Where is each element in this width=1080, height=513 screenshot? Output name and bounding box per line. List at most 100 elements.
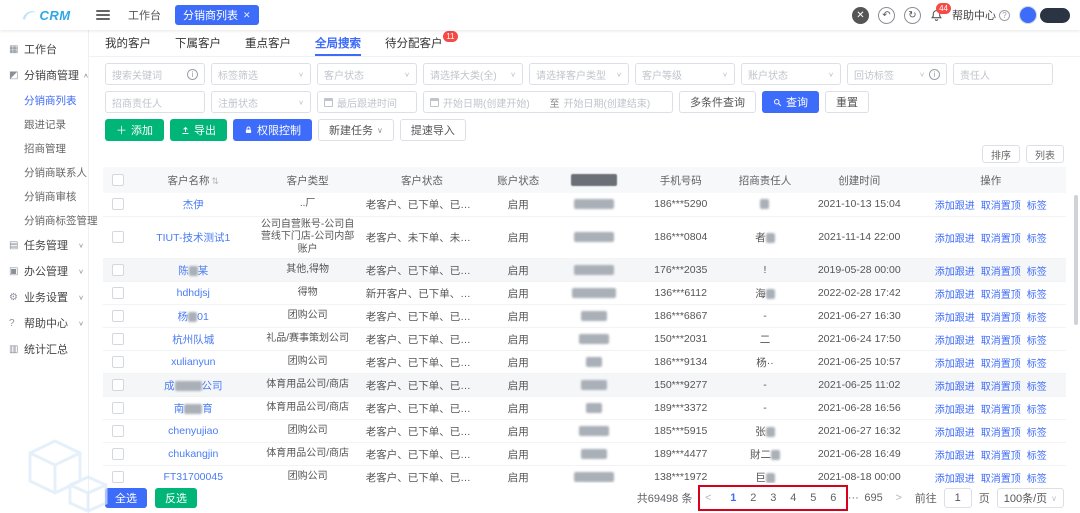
sidebar-item-工作台[interactable]: ▦工作台: [0, 36, 88, 62]
customer-name-link[interactable]: hdhdjsj: [177, 287, 210, 299]
row-op-添加跟进[interactable]: 添加跟进: [935, 382, 975, 393]
back-icon[interactable]: ↶: [878, 7, 895, 24]
row-checkbox[interactable]: [112, 198, 124, 210]
row-checkbox[interactable]: [112, 402, 124, 414]
filter-select-请选择客户类型[interactable]: 请选择客户类型∨: [529, 63, 629, 85]
avatar[interactable]: [1019, 6, 1037, 24]
row-op-添加跟进[interactable]: 添加跟进: [935, 267, 975, 278]
filter-input-搜索关键词[interactable]: 搜索关键词i: [105, 63, 205, 85]
sidebar-subitem-分销商标签管理[interactable]: 分销商标签管理: [0, 208, 88, 232]
customer-name-link[interactable]: xulianyun: [171, 356, 215, 368]
table-row[interactable]: chukangjin 体育用品公司/商店 老客户、已下单、已复购 启用 189*…: [103, 443, 1066, 466]
row-op-添加跟进[interactable]: 添加跟进: [935, 359, 975, 370]
row-op-标签[interactable]: 标签: [1027, 313, 1047, 324]
select-all-button[interactable]: 全选: [105, 488, 147, 508]
hamburger-menu-icon[interactable]: [96, 10, 110, 20]
row-op-取消置顶[interactable]: 取消置顶: [981, 290, 1021, 301]
close-all-icon[interactable]: ✕: [852, 7, 869, 24]
row-op-添加跟进[interactable]: 添加跟进: [935, 428, 975, 439]
sidebar-subitem-分销商列表[interactable]: 分销商列表: [0, 88, 88, 112]
filter-select-回访标签[interactable]: 回访标签∨i: [847, 63, 947, 85]
tab-全局搜索[interactable]: 全局搜索: [315, 30, 361, 56]
row-checkbox[interactable]: [112, 448, 124, 460]
customer-name-link[interactable]: TIUT-技术测试1: [156, 232, 230, 244]
sidebar-item-统计汇总[interactable]: ▥统计汇总: [0, 336, 88, 362]
filter-input-责任人[interactable]: 责任人: [953, 63, 1053, 85]
row-op-取消置顶[interactable]: 取消置顶: [981, 451, 1021, 462]
page-number-6[interactable]: 6: [824, 492, 842, 504]
row-checkbox[interactable]: [112, 425, 124, 437]
row-op-取消置顶[interactable]: 取消置顶: [981, 267, 1021, 278]
row-op-添加跟进[interactable]: 添加跟进: [935, 405, 975, 416]
sidebar-subitem-分销商审核[interactable]: 分销商审核: [0, 184, 88, 208]
row-op-添加跟进[interactable]: 添加跟进: [935, 234, 975, 245]
customer-name-link[interactable]: chenyujiao: [168, 425, 218, 437]
row-op-标签[interactable]: 标签: [1027, 267, 1047, 278]
ellipsis-pages[interactable]: ···: [844, 492, 862, 504]
table-row[interactable]: TIUT-技术测试1 公司自营账号-公司自营线下门店-公司内部账户 老客户、未下…: [103, 216, 1066, 259]
customer-name-link[interactable]: 南育: [174, 403, 213, 415]
row-op-添加跟进[interactable]: 添加跟进: [935, 201, 975, 212]
table-row[interactable]: chenyujiao 团购公司 老客户、已下单、已复购 启用 185***591…: [103, 420, 1066, 443]
page-number-2[interactable]: 2: [744, 492, 762, 504]
select-all-checkbox[interactable]: [112, 174, 124, 186]
filter-select-客户等级[interactable]: 客户等级∨: [635, 63, 735, 85]
row-op-取消置顶[interactable]: 取消置顶: [981, 359, 1021, 370]
tab-重点客户[interactable]: 重点客户: [245, 30, 291, 56]
row-op-添加跟进[interactable]: 添加跟进: [935, 313, 975, 324]
table-row[interactable]: hdhdjsj 得物 新开客户、已下单、已复购 启用 136***6112 海 …: [103, 282, 1066, 305]
notifications-button[interactable]: 44: [930, 9, 943, 22]
customer-name-link[interactable]: 杨01: [178, 311, 209, 323]
table-row[interactable]: 杨01 团购公司 老客户、已下单、已复购 启用 186***6867 - 202…: [103, 305, 1066, 328]
row-op-标签[interactable]: 标签: [1027, 405, 1047, 416]
row-op-取消置顶[interactable]: 取消置顶: [981, 234, 1021, 245]
page-number-695[interactable]: 695: [864, 492, 882, 504]
permission-control-button[interactable]: 权限控制: [233, 119, 312, 141]
row-op-取消置顶[interactable]: 取消置顶: [981, 474, 1021, 484]
row-checkbox[interactable]: [112, 310, 124, 322]
row-checkbox[interactable]: [112, 231, 124, 243]
row-op-添加跟进[interactable]: 添加跟进: [935, 290, 975, 301]
filter-input-招商责任人[interactable]: 招商责任人: [105, 91, 205, 113]
tab-我的客户[interactable]: 我的客户: [105, 30, 151, 56]
refresh-icon[interactable]: ↻: [904, 7, 921, 24]
row-checkbox[interactable]: [112, 264, 124, 276]
row-op-取消置顶[interactable]: 取消置顶: [981, 336, 1021, 347]
table-row[interactable]: 南育 体育用品公司/商店 老客户、已下单、已复购 启用 189***3372 -…: [103, 397, 1066, 420]
table-row[interactable]: 杭州队城 礼品/赛事策划公司 老客户、已下单、已复购 启用 150***2031…: [103, 328, 1066, 351]
customer-name-link[interactable]: 成公司: [164, 380, 223, 392]
add-button[interactable]: ＋ 添加: [105, 119, 164, 141]
help-center-link[interactable]: 帮助中心 ?: [952, 7, 1010, 23]
page-number-5[interactable]: 5: [804, 492, 822, 504]
export-button[interactable]: 导出: [170, 119, 227, 141]
multi-query-button[interactable]: 多条件查询: [679, 91, 756, 113]
filter-daterange-开始日期(创建开始)[interactable]: 开始日期(创建开始)至开始日期(创建结束): [423, 91, 673, 113]
row-op-标签[interactable]: 标签: [1027, 336, 1047, 347]
sidebar-item-任务管理[interactable]: ▤任务管理∨: [0, 232, 88, 258]
row-op-添加跟进[interactable]: 添加跟进: [935, 474, 975, 484]
import-button[interactable]: 提速导入: [400, 119, 466, 141]
filter-select-注册状态[interactable]: 注册状态∨: [211, 91, 311, 113]
col-customer-name[interactable]: 客户名称⇅: [133, 167, 253, 193]
reset-button[interactable]: 重置: [825, 91, 869, 113]
table-row[interactable]: 成公司 体育用品公司/商店 老客户、已下单、已复购 启用 150***9277 …: [103, 374, 1066, 397]
sidebar-item-业务设置[interactable]: ⚙业务设置∨: [0, 284, 88, 310]
nav-tab-workbench[interactable]: 工作台: [120, 5, 169, 25]
row-checkbox[interactable]: [112, 356, 124, 368]
table-row[interactable]: FT31700045 团购公司 老客户、已下单、已复购 启用 138***197…: [103, 466, 1066, 484]
row-op-取消置顶[interactable]: 取消置顶: [981, 428, 1021, 439]
row-checkbox[interactable]: [112, 333, 124, 345]
row-op-标签[interactable]: 标签: [1027, 359, 1047, 370]
customer-name-link[interactable]: FT31700045: [163, 471, 223, 483]
customer-name-link[interactable]: 杰伊: [183, 199, 204, 211]
row-op-标签[interactable]: 标签: [1027, 290, 1047, 301]
row-op-标签[interactable]: 标签: [1027, 451, 1047, 462]
filter-select-标签筛选[interactable]: 标签筛选∨: [211, 63, 311, 85]
row-op-标签[interactable]: 标签: [1027, 201, 1047, 212]
row-checkbox[interactable]: [112, 287, 124, 299]
invert-selection-button[interactable]: 反选: [155, 488, 197, 508]
filter-select-客户状态[interactable]: 客户状态∨: [317, 63, 417, 85]
row-op-标签[interactable]: 标签: [1027, 474, 1047, 484]
close-tab-icon[interactable]: ✕: [243, 10, 251, 21]
page-number-1[interactable]: 1: [724, 492, 742, 504]
